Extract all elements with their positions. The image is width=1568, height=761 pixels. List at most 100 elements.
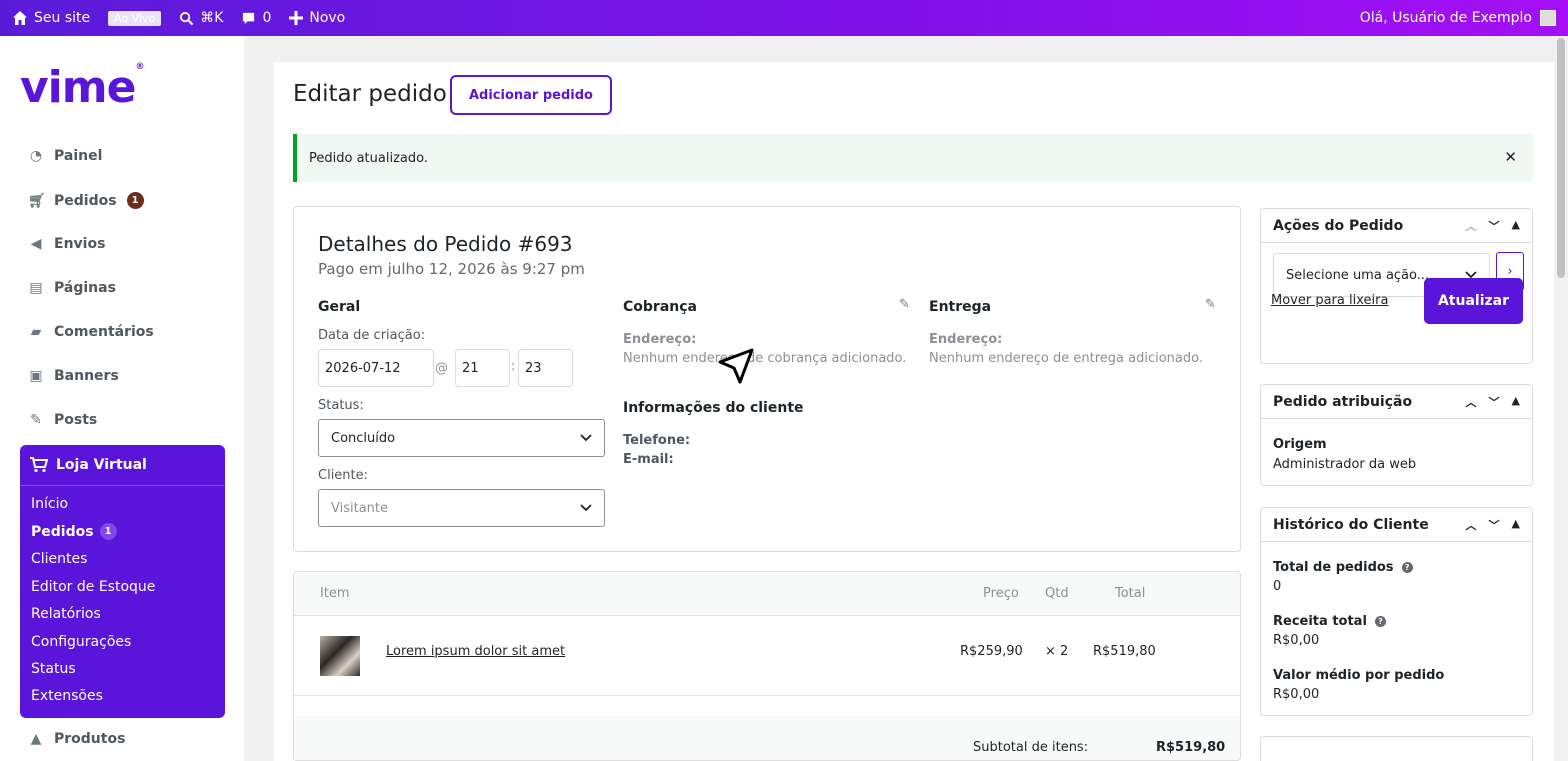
- site-link[interactable]: Seu site: [12, 10, 90, 26]
- header-total: Total: [1115, 586, 1146, 601]
- header-price: Preço: [983, 586, 1019, 601]
- collapse-icon[interactable]: ▲: [1512, 218, 1520, 234]
- sidebar-item-posts[interactable]: ✎ Posts: [28, 412, 97, 428]
- date-created-label: Data de criação:: [318, 328, 426, 343]
- customer-history-title: Histórico do Cliente: [1273, 516, 1429, 533]
- scrollbar-thumb[interactable]: [1557, 38, 1565, 278]
- order-items-table: Item Preço Qtd Total Lorem ipsum dolor s…: [293, 571, 1241, 761]
- search-icon: [180, 11, 194, 25]
- pin-icon: ✎: [30, 412, 42, 428]
- order-actions-box: Ações do Pedido ︿ ﹀ ▲ Selecione uma ação…: [1260, 208, 1533, 364]
- shipping-address-label: Endereço:: [929, 332, 1003, 347]
- time-colon: :: [511, 359, 516, 374]
- product-thumbnail[interactable]: [320, 636, 360, 676]
- customer-value: Visitante: [331, 500, 389, 516]
- main-content: Editar pedido Adicionar pedido Pedido at…: [274, 36, 1554, 761]
- order-paid-date: Pago em julho 12, 2026 às 9:27 pm: [318, 260, 585, 278]
- store-item-label: Extensões: [31, 688, 103, 704]
- origin-label: Origem: [1273, 437, 1327, 452]
- sidebar-item-label: Envios: [54, 236, 106, 252]
- store-item-extensoes[interactable]: Extensões: [31, 688, 103, 704]
- new-link[interactable]: Novo: [289, 10, 345, 26]
- sidebar-item-label: Pedidos: [54, 192, 117, 209]
- customer-history-header: Histórico do Cliente ︿ ﹀ ▲: [1261, 508, 1532, 542]
- revenue-label: Receita total?: [1273, 614, 1386, 629]
- image-icon: ▣: [29, 368, 43, 384]
- product-link[interactable]: Lorem ipsum dolor sit amet: [386, 644, 565, 659]
- sidebar-item-comentarios[interactable]: ▰ Comentários: [28, 324, 154, 340]
- sidebar-item-banners[interactable]: ▣ Banners: [28, 368, 118, 384]
- store-item-inicio[interactable]: Início: [31, 496, 68, 512]
- status-select[interactable]: Concluído: [318, 419, 605, 457]
- move-down-icon[interactable]: ﹀: [1489, 218, 1500, 234]
- help-icon[interactable]: ?: [1401, 562, 1413, 573]
- store-menu: Loja Virtual Início Pedidos 1 Clientes Ed…: [20, 445, 225, 718]
- items-table-header: Item Preço Qtd Total: [294, 572, 1240, 616]
- sidebar-item-pedidos[interactable]: 🛒︎ Pedidos 1: [28, 192, 144, 209]
- store-item-relatorios[interactable]: Relatórios: [31, 606, 101, 622]
- store-item-editor-estoque[interactable]: Editor de Estoque: [31, 579, 155, 595]
- collapse-icon[interactable]: ▲: [1512, 517, 1520, 533]
- store-item-configuracoes[interactable]: Configurações: [31, 634, 131, 650]
- search-shortcut[interactable]: ⌘K: [179, 10, 223, 26]
- new-label: Novo: [309, 10, 346, 26]
- customer-select[interactable]: Visitante: [318, 489, 605, 527]
- store-menu-header[interactable]: Loja Virtual: [20, 445, 225, 486]
- subtotal-value: R$519,80: [1156, 740, 1226, 755]
- table-row: Lorem ipsum dolor sit amet R$259,90 × 2 …: [294, 616, 1240, 696]
- at-separator: @: [435, 361, 448, 376]
- scrollbar[interactable]: [1554, 36, 1568, 761]
- store-item-status[interactable]: Status: [31, 661, 76, 677]
- status-label: Status:: [318, 398, 364, 413]
- store-item-pedidos[interactable]: Pedidos 1: [31, 523, 117, 540]
- billing-address-label: Endereço:: [623, 332, 697, 347]
- subtotal-label: Subtotal de itens:: [973, 740, 1089, 755]
- live-badge-item[interactable]: Ao Vivo: [108, 10, 162, 26]
- comment-icon: ▰: [30, 324, 42, 340]
- minute-input[interactable]: 23: [518, 349, 573, 387]
- attribution-header: Pedido atribuição ︿ ﹀ ▲: [1261, 385, 1532, 419]
- sidebar-item-label: Painel: [54, 148, 103, 164]
- order-actions-header: Ações do Pedido ︿ ﹀ ▲: [1261, 209, 1532, 243]
- help-icon[interactable]: ?: [1374, 616, 1386, 627]
- comments-link[interactable]: 0: [241, 10, 271, 26]
- edit-billing-pencil-icon[interactable]: ✎: [899, 297, 910, 312]
- page-title: Editar pedido: [293, 81, 447, 107]
- add-order-button[interactable]: Adicionar pedido: [450, 75, 612, 115]
- sidebar-item-label: Posts: [54, 412, 98, 428]
- item-qty: × 2: [1045, 644, 1069, 659]
- collapse-icon[interactable]: ▲: [1512, 394, 1520, 410]
- box-controls: ︿ ﹀ ▲: [1466, 394, 1520, 410]
- admin-bar: Seu site Ao Vivo ⌘K 0 Novo Olá, Usuário …: [0, 0, 1568, 36]
- date-created-input[interactable]: 2026-07-12: [318, 349, 434, 387]
- general-heading: Geral: [318, 299, 361, 315]
- move-up-icon[interactable]: ︿: [1466, 517, 1477, 533]
- move-up-icon[interactable]: ︿: [1466, 394, 1477, 410]
- edit-shipping-pencil-icon[interactable]: ✎: [1205, 297, 1216, 312]
- close-icon[interactable]: ✕: [1504, 148, 1517, 166]
- header-item: Item: [320, 586, 350, 601]
- sidebar-item-paginas[interactable]: ▤ Páginas: [28, 280, 116, 296]
- chevron-down-icon: [580, 434, 592, 442]
- sidebar-item-produtos[interactable]: ▲ Produtos: [28, 731, 126, 747]
- box-controls: ︿ ﹀ ▲: [1466, 517, 1520, 533]
- order-actions-title: Ações do Pedido: [1273, 217, 1404, 234]
- store-item-clientes[interactable]: Clientes: [31, 551, 87, 567]
- move-up-icon[interactable]: ︿: [1466, 218, 1477, 234]
- move-to-trash-link[interactable]: Mover para lixeira: [1271, 293, 1388, 308]
- revenue-label-text: Receita total: [1273, 614, 1367, 629]
- update-button[interactable]: Atualizar: [1424, 278, 1523, 324]
- hour-input[interactable]: 21: [455, 349, 510, 387]
- sidebar-item-label: Produtos: [54, 731, 126, 747]
- move-down-icon[interactable]: ﹀: [1489, 517, 1500, 533]
- sidebar-item-painel[interactable]: ◔ Painel: [28, 148, 103, 164]
- move-down-icon[interactable]: ﹀: [1489, 394, 1500, 410]
- comment-bubble-icon: [243, 12, 255, 24]
- order-action-placeholder: Selecione uma ação...: [1286, 267, 1430, 283]
- logo[interactable]: vime®: [20, 62, 144, 113]
- sidebar-item-envios[interactable]: ◀ Envios: [28, 236, 106, 252]
- attribution-box: Pedido atribuição ︿ ﹀ ▲ Origem Administr…: [1260, 384, 1533, 486]
- account-menu[interactable]: Olá, Usuário de Exemplo: [1360, 10, 1556, 26]
- live-badge: Ao Vivo: [108, 10, 162, 26]
- chevron-down-icon: [580, 504, 592, 512]
